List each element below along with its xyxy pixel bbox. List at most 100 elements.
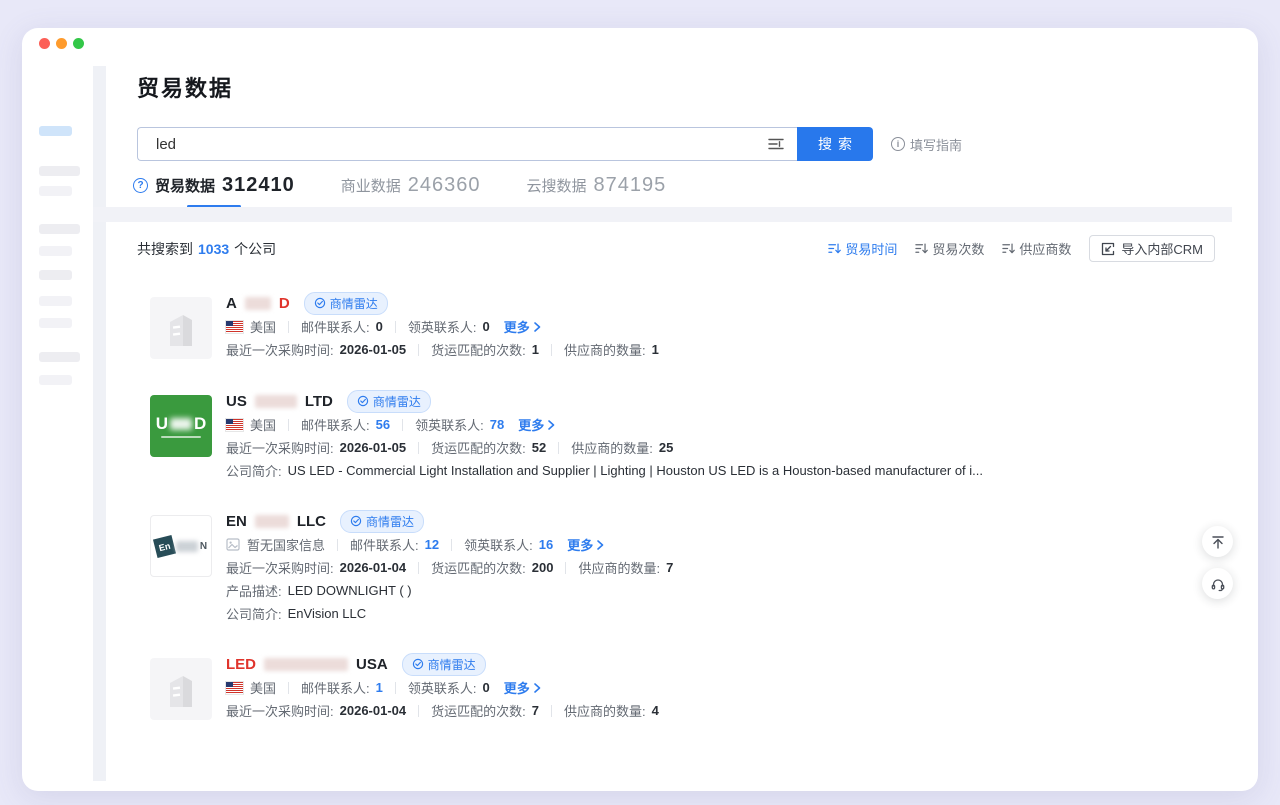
company-name[interactable]: LTD bbox=[305, 393, 333, 410]
company-row[interactable]: LED USA 商情雷达 美国 bbox=[150, 655, 1215, 720]
email-contacts-label: 邮件联系人: bbox=[301, 678, 370, 697]
company-name[interactable]: A bbox=[226, 295, 237, 312]
country-label: 美国 bbox=[250, 317, 276, 336]
tab-cloud-search-data[interactable]: 云搜数据 874195 bbox=[527, 174, 667, 203]
sort-icon bbox=[1002, 242, 1015, 255]
search-input[interactable] bbox=[137, 127, 797, 161]
last-purchase-value: 2026-01-04 bbox=[340, 703, 407, 718]
sidebar-item[interactable] bbox=[39, 375, 72, 385]
sort-controls: 贸易时间 贸易次数 供应商数 bbox=[828, 235, 1215, 262]
company-row[interactable]: A D 商情雷达 美国 bbox=[150, 294, 1215, 359]
sidebar-item-active[interactable] bbox=[39, 126, 72, 136]
more-link[interactable]: 更多 bbox=[518, 415, 555, 434]
headset-icon bbox=[1210, 576, 1226, 592]
sidebar-item[interactable] bbox=[39, 166, 80, 176]
summary-suffix: 个公司 bbox=[234, 239, 276, 259]
sort-trade-count[interactable]: 贸易次数 bbox=[915, 239, 984, 258]
sort-trade-time[interactable]: 贸易时间 bbox=[828, 239, 897, 258]
company-name[interactable]: EN bbox=[226, 513, 247, 530]
sidebar-item[interactable] bbox=[39, 352, 80, 362]
no-country-label: 暂无国家信息 bbox=[247, 535, 325, 554]
sidebar-item[interactable] bbox=[39, 186, 72, 196]
sidebar-item[interactable] bbox=[39, 296, 72, 306]
supplier-count-label: 供应商的数量: bbox=[564, 701, 646, 720]
main-content: 贸易数据 搜索 i 填写指南 ? 贸易数据 31241 bbox=[106, 28, 1232, 791]
logo-mark: En bbox=[153, 534, 176, 557]
fill-guide-label: 填写指南 bbox=[910, 135, 962, 154]
building-icon bbox=[162, 308, 200, 348]
tab-business-data[interactable]: 商业数据 246360 bbox=[341, 174, 481, 203]
linkedin-contacts-label: 领英联系人: bbox=[408, 678, 477, 697]
tab-count: 246360 bbox=[408, 174, 481, 197]
company-name[interactable]: USA bbox=[356, 656, 388, 673]
linkedin-contacts-count: 0 bbox=[483, 680, 490, 695]
summary-prefix: 共搜索到 bbox=[137, 239, 193, 259]
more-link[interactable]: 更多 bbox=[567, 535, 604, 554]
email-contacts-count: 0 bbox=[376, 319, 383, 334]
shipment-matches-value: 52 bbox=[532, 440, 546, 455]
linkedin-contacts-count: 0 bbox=[483, 319, 490, 334]
linkedin-contacts-count[interactable]: 78 bbox=[490, 417, 504, 432]
email-contacts-count[interactable]: 1 bbox=[376, 680, 383, 695]
linkedin-contacts-label: 领英联系人: bbox=[464, 535, 533, 554]
logo-letter: D bbox=[194, 414, 206, 434]
more-link[interactable]: 更多 bbox=[504, 317, 541, 336]
question-icon[interactable]: ? bbox=[133, 178, 148, 193]
sidebar-item[interactable] bbox=[39, 270, 72, 280]
email-contacts-count[interactable]: 12 bbox=[425, 537, 439, 552]
maximize-window-button[interactable] bbox=[73, 38, 84, 49]
redacted-logo-text bbox=[176, 541, 198, 552]
company-name[interactable]: LLC bbox=[297, 513, 326, 530]
radar-badge[interactable]: 商情雷达 bbox=[402, 653, 486, 676]
radar-icon bbox=[357, 395, 369, 407]
company-name-highlight[interactable]: LED bbox=[226, 656, 256, 673]
search-button[interactable]: 搜索 bbox=[797, 127, 873, 161]
company-detail: A D 商情雷达 美国 bbox=[226, 294, 659, 359]
import-crm-button[interactable]: 导入内部CRM bbox=[1089, 235, 1215, 262]
company-intro-value: EnVision LLC bbox=[288, 606, 367, 621]
info-icon: i bbox=[891, 137, 905, 151]
sort-supplier-count[interactable]: 供应商数 bbox=[1002, 239, 1071, 258]
sidebar-divider bbox=[93, 66, 106, 781]
sidebar-item[interactable] bbox=[39, 224, 80, 234]
customer-service-button[interactable] bbox=[1202, 568, 1233, 599]
radar-icon bbox=[412, 658, 424, 670]
last-purchase-value: 2026-01-04 bbox=[340, 560, 407, 575]
email-contacts-count[interactable]: 56 bbox=[376, 417, 390, 432]
company-name[interactable]: US bbox=[226, 393, 247, 410]
company-detail: EN LLC 商情雷达 bbox=[226, 512, 673, 622]
sidebar-item[interactable] bbox=[39, 246, 72, 256]
company-row[interactable]: U D US LTD bbox=[150, 392, 1215, 479]
product-desc-label: 产品描述: bbox=[226, 581, 282, 600]
filter-icon[interactable] bbox=[768, 137, 784, 151]
minimize-window-button[interactable] bbox=[56, 38, 67, 49]
company-logo-placeholder bbox=[150, 658, 212, 720]
last-purchase-value: 2026-01-05 bbox=[340, 440, 407, 455]
shipment-matches-label: 货运匹配的次数: bbox=[431, 558, 526, 577]
company-detail: LED USA 商情雷达 美国 bbox=[226, 655, 659, 720]
radar-badge-label: 商情雷达 bbox=[330, 295, 378, 312]
fill-guide-link[interactable]: i 填写指南 bbox=[891, 135, 962, 154]
radar-badge-label: 商情雷达 bbox=[428, 656, 476, 673]
logo-letter: U bbox=[156, 414, 168, 434]
radar-badge[interactable]: 商情雷达 bbox=[347, 390, 431, 413]
company-row[interactable]: En N EN LLC 商 bbox=[150, 512, 1215, 622]
search-box bbox=[137, 127, 797, 161]
back-to-top-icon bbox=[1210, 534, 1226, 550]
last-purchase-label: 最近一次采购时间: bbox=[226, 438, 334, 457]
chevron-right-icon bbox=[534, 683, 541, 693]
company-name-highlight[interactable]: D bbox=[279, 295, 290, 312]
more-link[interactable]: 更多 bbox=[504, 678, 541, 697]
search-bar: 搜索 i 填写指南 bbox=[137, 127, 962, 161]
radar-badge[interactable]: 商情雷达 bbox=[304, 292, 388, 315]
sidebar-item[interactable] bbox=[39, 318, 72, 328]
radar-badge[interactable]: 商情雷达 bbox=[340, 510, 424, 533]
results-panel: 共搜索到 1033 个公司 贸易时间 bbox=[106, 222, 1232, 753]
building-icon bbox=[162, 669, 200, 709]
tab-trade-data[interactable]: ? 贸易数据 312410 bbox=[133, 174, 295, 203]
linkedin-contacts-count[interactable]: 16 bbox=[539, 537, 553, 552]
back-to-top-button[interactable] bbox=[1202, 526, 1233, 557]
supplier-count-value: 25 bbox=[659, 440, 673, 455]
radar-badge-label: 商情雷达 bbox=[366, 513, 414, 530]
close-window-button[interactable] bbox=[39, 38, 50, 49]
